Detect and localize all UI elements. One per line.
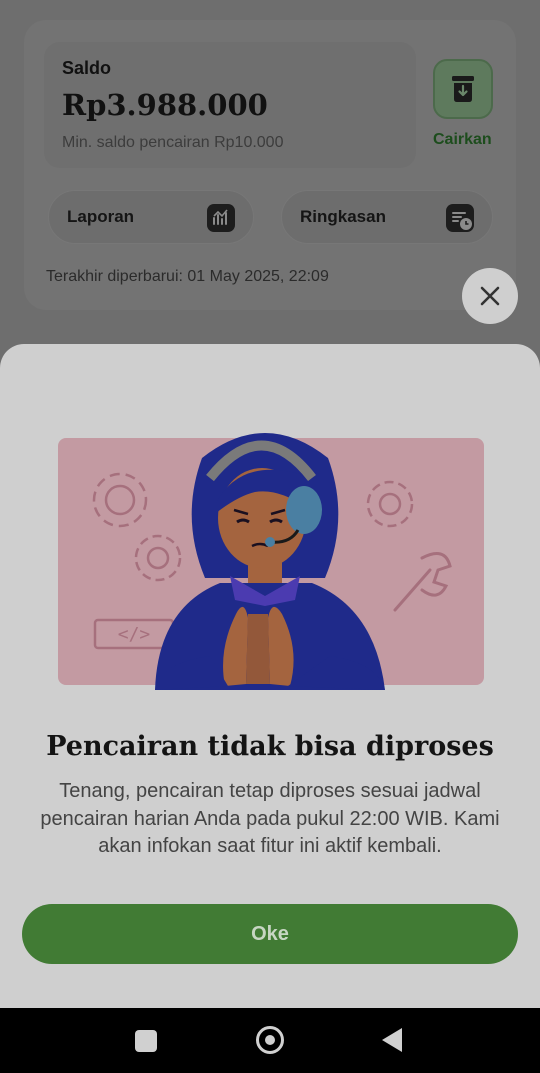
withdraw-label[interactable]: Cairkan (433, 131, 492, 149)
report-button[interactable]: Laporan (48, 190, 254, 244)
code-symbol: </> (118, 624, 151, 645)
close-icon (480, 286, 500, 306)
ok-button-label: Oke (251, 923, 289, 945)
nav-home-icon[interactable] (256, 1026, 284, 1054)
close-button[interactable] (462, 268, 518, 324)
summary-button[interactable]: Ringkasan (281, 190, 493, 244)
dialog-description: Tenang, pencairan tetap diproses sesuai … (40, 780, 500, 857)
last-updated: Terakhir diperbarui: 01 May 2025, 22:09 (46, 268, 329, 285)
balance-amount: Rp3.988.000 (62, 88, 268, 122)
withdraw-icon (452, 76, 474, 102)
min-withdraw-note: Min. saldo pencairan Rp10.000 (62, 134, 284, 151)
ok-button[interactable]: Oke (22, 904, 518, 964)
balance-label: Saldo (62, 58, 112, 78)
summary-label: Ringkasan (300, 207, 386, 226)
report-label: Laporan (67, 207, 135, 226)
nav-back-icon[interactable] (382, 1028, 402, 1052)
dialog-title: Pencairan tidak bisa diproses (46, 731, 494, 762)
withdraw-button[interactable] (433, 59, 493, 119)
customer-support-illustration: </> (58, 433, 484, 690)
chart-icon (207, 204, 235, 232)
system-navigation-bar (0, 1008, 540, 1073)
summary-icon (446, 204, 474, 232)
nav-recents-icon[interactable] (135, 1030, 157, 1052)
